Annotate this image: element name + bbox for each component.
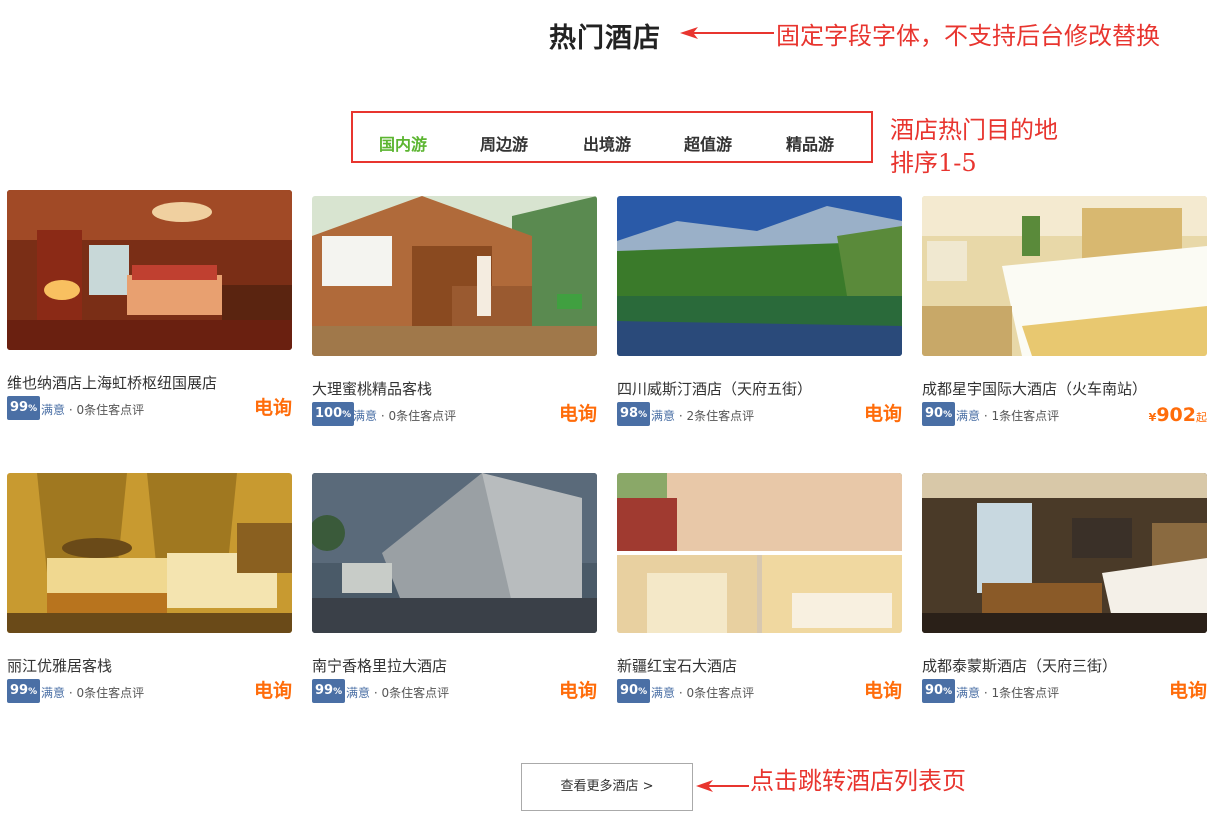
satisfaction-label: 满意 [41, 403, 66, 417]
price-label[interactable]: 电询 [1169, 676, 1207, 703]
review-meta: 满意 · 0条住客点评 [651, 684, 754, 701]
price-label[interactable]: 电询 [254, 676, 292, 703]
score-percent: % [638, 410, 648, 420]
satisfaction-label: 满意 [956, 686, 981, 700]
score-value: 99 [10, 400, 29, 415]
annotation-tabs-note-line1: 酒店热门目的地 [890, 116, 1058, 144]
review-count: · 0条住客点评 [68, 403, 145, 417]
score-badge: 98% [617, 402, 651, 426]
review-meta: 满意 · 0条住客点评 [346, 684, 449, 701]
review-meta: 满意 · 0条住客点评 [353, 407, 456, 424]
score-badge: 90% [922, 402, 956, 426]
score-badge: 99% [7, 679, 41, 703]
satisfaction-label: 满意 [651, 409, 676, 423]
price-label[interactable]: 电询 [254, 393, 292, 420]
hotel-photo[interactable] [922, 196, 1207, 356]
view-more-hotels-button[interactable]: 查看更多酒店 > [521, 763, 693, 811]
annotation-more-note: 点击跳转酒店列表页 [750, 767, 966, 795]
score-percent: % [333, 687, 343, 697]
satisfaction-label: 满意 [353, 409, 378, 423]
destination-tabs: 国内游 周边游 出境游 超值游 精品游 [351, 111, 873, 163]
tab-overseas[interactable]: 出境游 [583, 131, 631, 155]
score-percent: % [28, 687, 38, 697]
annotation-arrow-title [680, 27, 774, 39]
review-count: · 1条住客点评 [983, 409, 1060, 423]
score-value: 90 [925, 683, 944, 698]
hotel-photo[interactable] [7, 190, 292, 350]
hotel-name[interactable]: 成都星宇国际大酒店（火车南站） [922, 378, 1147, 399]
review-count: · 0条住客点评 [373, 686, 450, 700]
hotel-name[interactable]: 成都泰蒙斯酒店（天府三街） [922, 655, 1117, 676]
score-value: 90 [620, 683, 639, 698]
score-percent: % [638, 687, 648, 697]
score-percent: % [943, 687, 953, 697]
score-percent: % [28, 404, 38, 414]
score-badge: 100% [312, 402, 355, 426]
satisfaction-label: 满意 [41, 686, 66, 700]
price-label[interactable]: 电询 [559, 676, 597, 703]
tab-premium[interactable]: 精品游 [786, 131, 834, 155]
hotel-name[interactable]: 大理蜜桃精品客栈 [312, 378, 432, 399]
hotel-name[interactable]: 维也纳酒店上海虹桥枢纽国展店 [7, 372, 217, 393]
review-meta: 满意 · 0条住客点评 [41, 401, 144, 418]
review-count: · 0条住客点评 [678, 686, 755, 700]
review-count: · 2条住客点评 [678, 409, 755, 423]
score-badge: 90% [617, 679, 651, 703]
hotel-name[interactable]: 南宁香格里拉大酒店 [312, 655, 447, 676]
price-label[interactable]: 电询 [864, 399, 902, 426]
tab-value[interactable]: 超值游 [684, 131, 732, 155]
score-badge: 99% [7, 396, 41, 420]
annotation-tabs-note-line2: 排序1-5 [890, 149, 977, 177]
review-count: · 0条住客点评 [68, 686, 145, 700]
price-label[interactable]: 电询 [864, 676, 902, 703]
hotel-photo[interactable] [617, 473, 902, 633]
hotel-name[interactable]: 丽江优雅居客栈 [7, 655, 112, 676]
hotel-photo[interactable] [922, 473, 1207, 633]
score-value: 100 [315, 406, 343, 421]
satisfaction-label: 满意 [651, 686, 676, 700]
score-value: 90 [925, 406, 944, 421]
score-badge: 90% [922, 679, 956, 703]
tab-domestic[interactable]: 国内游 [379, 131, 427, 155]
review-count: · 1条住客点评 [983, 686, 1060, 700]
review-count: · 0条住客点评 [380, 409, 457, 423]
price-label[interactable]: 电询 [559, 399, 597, 426]
price-suffix: 起 [1196, 411, 1207, 424]
hotel-photo[interactable] [312, 473, 597, 633]
hotel-photo[interactable] [617, 196, 902, 356]
price-value: 902 [1156, 404, 1196, 426]
score-value: 99 [10, 683, 29, 698]
annotation-title-note: 固定字段字体，不支持后台修改替换 [776, 22, 1160, 50]
score-value: 99 [315, 683, 334, 698]
hotel-name[interactable]: 新疆红宝石大酒店 [617, 655, 737, 676]
score-value: 98 [620, 406, 639, 421]
annotation-tabs-note: 酒店热门目的地 排序1-5 [890, 114, 1058, 180]
price-label[interactable]: ¥902起 [1149, 404, 1207, 426]
review-meta: 满意 · 2条住客点评 [651, 407, 754, 424]
satisfaction-label: 满意 [346, 686, 371, 700]
score-percent: % [342, 410, 352, 420]
review-meta: 满意 · 0条住客点评 [41, 684, 144, 701]
score-percent: % [943, 410, 953, 420]
hotel-name[interactable]: 四川威斯汀酒店（天府五街） [617, 378, 812, 399]
tab-nearby[interactable]: 周边游 [480, 131, 528, 155]
review-meta: 满意 · 1条住客点评 [956, 407, 1059, 424]
hotel-photo[interactable] [312, 196, 597, 356]
review-meta: 满意 · 1条住客点评 [956, 684, 1059, 701]
annotation-arrow-more [696, 780, 749, 792]
score-badge: 99% [312, 679, 346, 703]
section-title: 热门酒店 [549, 23, 661, 54]
satisfaction-label: 满意 [956, 409, 981, 423]
hotel-photo[interactable] [7, 473, 292, 633]
